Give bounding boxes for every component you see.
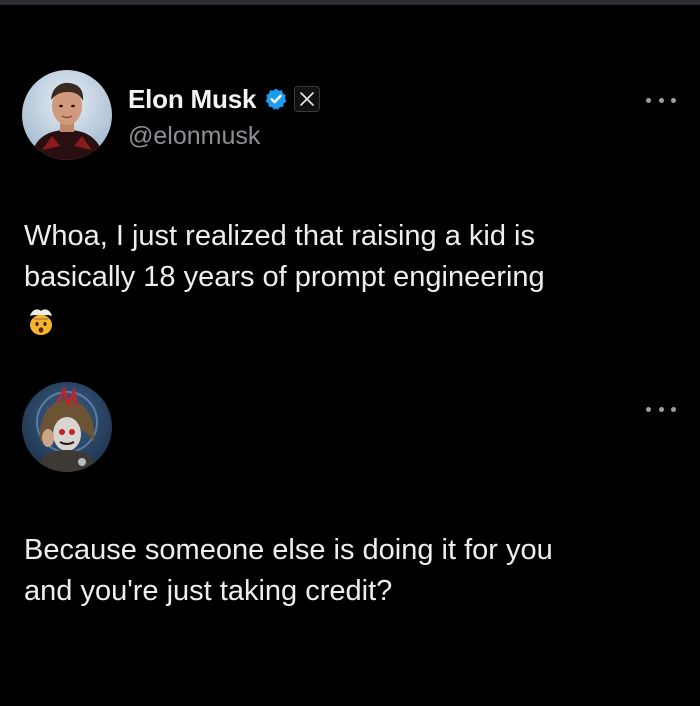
avatar[interactable]: [22, 70, 112, 160]
exploding-head-icon: [26, 306, 56, 336]
more-options-icon[interactable]: [646, 90, 676, 110]
author-handle[interactable]: @elonmusk: [128, 122, 260, 151]
post-text-line: Whoa, I just realized that raising a kid…: [24, 220, 535, 252]
verified-badge-icon[interactable]: [264, 87, 288, 111]
author-name[interactable]: Elon Musk: [128, 84, 256, 115]
post-text: Because someone else is doing it for you…: [24, 530, 674, 612]
post-text-line: basically 18 years of prompt engineering: [24, 261, 545, 293]
post-text: Whoa, I just realized that raising a kid…: [24, 216, 674, 298]
post-text-line: and you're just taking credit?: [24, 575, 393, 607]
x-logo-icon[interactable]: [294, 86, 321, 112]
avatar[interactable]: [22, 382, 112, 472]
more-options-icon[interactable]: [646, 399, 676, 419]
author-row: Elon Musk: [128, 84, 321, 115]
top-strip: [0, 0, 700, 5]
post-text-line: Because someone else is doing it for you: [24, 534, 553, 566]
